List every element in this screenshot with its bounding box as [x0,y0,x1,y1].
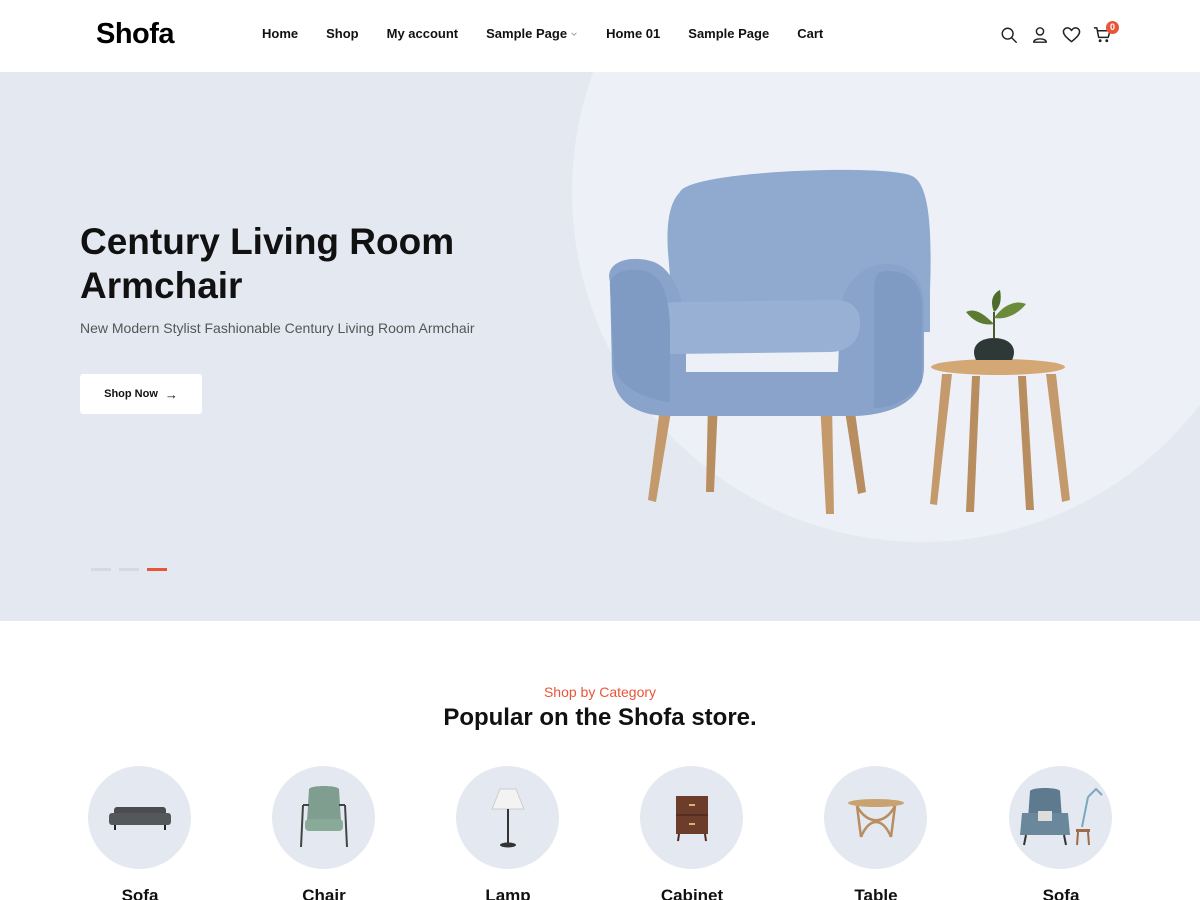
account-button[interactable] [1029,24,1051,46]
cabinet-icon [675,795,708,841]
category-item-sofa[interactable]: Sofa [88,766,192,900]
category-label: Chair [302,886,346,900]
category-item-sofa-2[interactable]: Sofa [1009,766,1113,900]
nav-label: Cart [797,26,824,41]
category-image [640,766,743,869]
nav-sample-page-dropdown[interactable]: Sample Page [486,26,578,41]
search-button[interactable] [998,24,1020,46]
slider-dots [91,568,167,571]
site-logo[interactable]: Shofa [96,18,175,51]
category-label: Cabinet [660,886,724,900]
category-label: Sofa [121,886,159,900]
header-icons: 0 [998,21,1122,46]
hero-slider: Century Living Room Armchair New Modern … [0,72,1200,621]
category-image [272,766,375,869]
site-header: Shofa Home Shop My account Sample Page H… [0,0,1200,72]
search-icon [1001,27,1017,43]
hero-title: Century Living Room Armchair [80,221,455,306]
category-item-table[interactable]: Table [824,766,928,900]
category-label: Sofa [1042,886,1080,900]
nav-label: Sample Page [486,26,568,41]
slider-dot-2[interactable] [119,568,139,571]
nav-my-account[interactable]: My account [387,26,459,41]
main-nav: Home Shop My account Sample Page Home 01… [262,26,851,41]
nav-label: Home [262,26,299,41]
category-label: Lamp [485,886,531,900]
wishlist-button[interactable] [1060,24,1082,46]
sofa-icon [108,806,171,830]
side-table [930,359,1070,512]
section-title: Popular on the Shofa store. [443,704,757,731]
nav-home[interactable]: Home [262,26,298,41]
slider-dot-3[interactable] [147,568,167,571]
cart-count-badge: 0 [1106,21,1119,34]
shop-now-button[interactable]: Shop Now → [80,374,202,414]
armchair-image [609,169,1070,514]
category-label: Table [854,886,898,900]
section-kicker: Shop by Category [543,684,657,700]
category-item-cabinet[interactable]: Cabinet [640,766,744,900]
hero-subtitle: New Modern Stylist Fashionable Century L… [80,320,475,336]
nav-shop[interactable]: Shop [326,26,359,41]
vase-plant [966,290,1026,360]
lamp-icon [490,788,525,847]
heart-icon [1062,27,1080,43]
category-image [1009,766,1112,869]
armchair-icon [1019,787,1103,845]
nav-sample-page[interactable]: Sample Page [688,26,769,41]
category-image [88,766,191,869]
cart-button[interactable]: 0 [1091,21,1119,46]
category-image [456,766,559,869]
chevron-down-icon [571,31,577,36]
arrow-right-icon: → [164,386,178,402]
nav-home-01[interactable]: Home 01 [606,26,660,41]
category-list: Sofa Chair Lamp Cabinet Table Sofa [88,766,1128,900]
category-item-lamp[interactable]: Lamp [456,766,560,900]
nav-label: Sample Page [688,26,770,41]
table-icon [847,798,904,837]
nav-label: Home 01 [606,26,661,41]
category-item-chair[interactable]: Chair [272,766,376,900]
user-icon [1032,27,1048,43]
chair-icon [299,785,348,847]
nav-label: Shop [326,26,359,41]
nav-label: My account [386,26,459,41]
category-image [824,766,927,869]
shop-now-label: Shop Now [104,388,158,400]
nav-cart[interactable]: Cart [797,26,823,41]
chair-body [609,169,931,416]
slider-dot-1[interactable] [91,568,111,571]
